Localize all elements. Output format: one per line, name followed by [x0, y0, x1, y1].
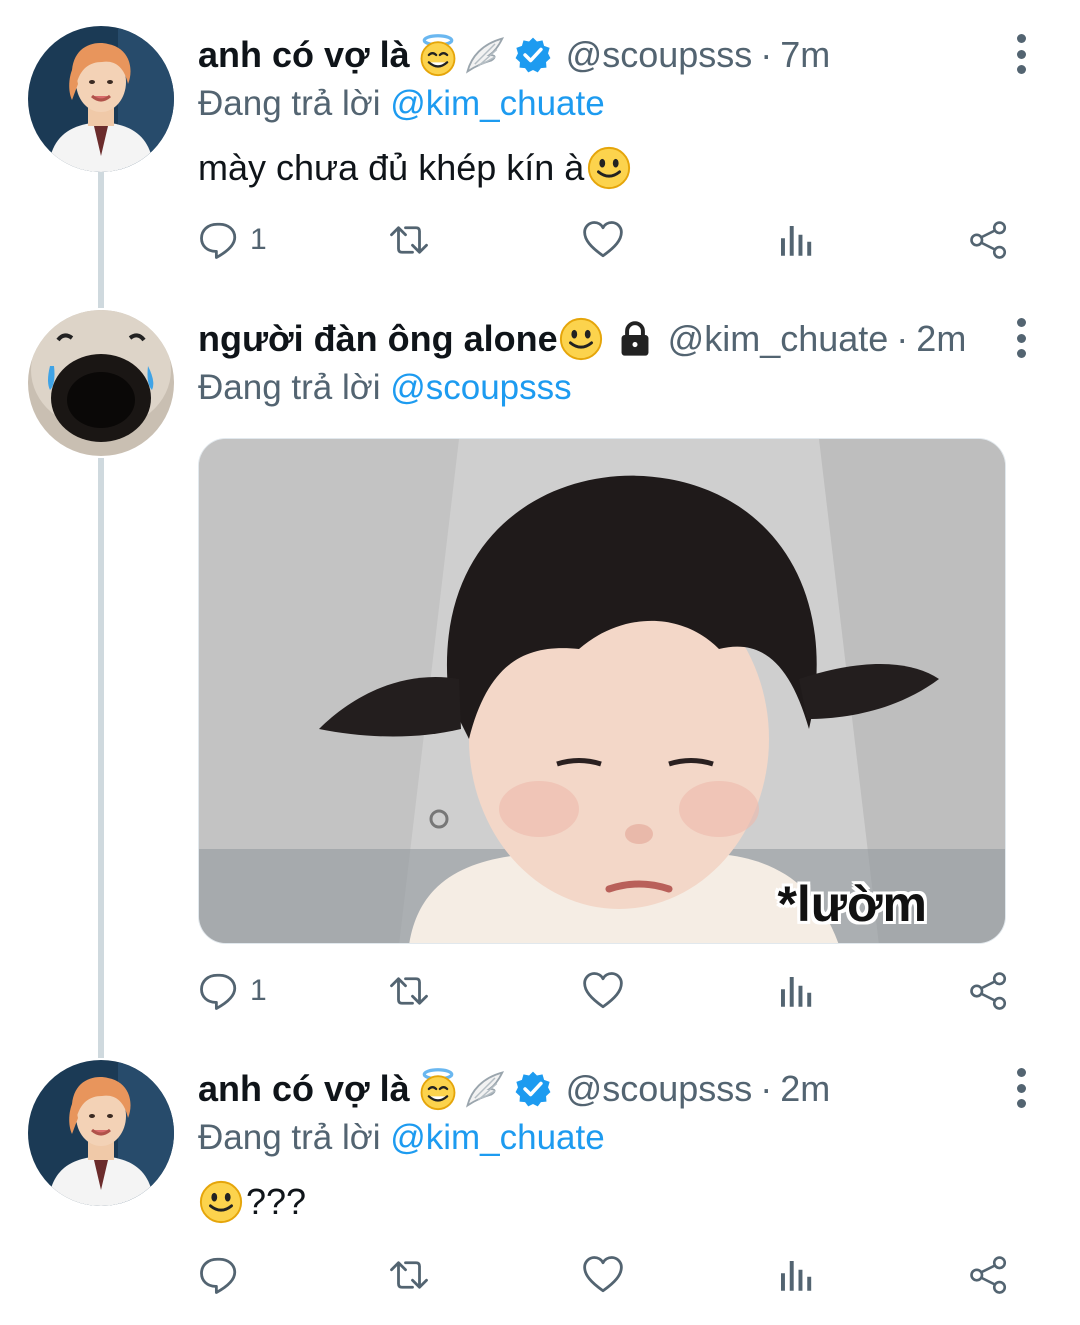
- retweet-button[interactable]: [388, 966, 430, 1016]
- display-name[interactable]: anh có vợ là: [198, 34, 410, 76]
- reply-count: 1: [250, 223, 267, 256]
- replying-to: Đang trả lời @scoupsss: [198, 364, 1010, 412]
- user-handle[interactable]: @scoupsss: [566, 1068, 753, 1110]
- lock-icon: [616, 320, 654, 358]
- like-icon: [582, 1254, 624, 1296]
- like-icon: [582, 970, 624, 1012]
- tweet-header: người đàn ông alone @kim_chuate · 2m: [198, 314, 1010, 364]
- separator: ·: [760, 1068, 773, 1109]
- tweet-actions: 1: [198, 966, 1028, 1016]
- tweet-body: ???: [246, 1181, 307, 1222]
- tweet-text: mày chưa đủ khép kín à: [198, 138, 1010, 198]
- share-button[interactable]: [968, 215, 1010, 265]
- tweet-media-image[interactable]: *lườm: [198, 438, 1006, 944]
- user-handle[interactable]: @scoupsss: [566, 34, 753, 76]
- avatar[interactable]: [28, 310, 174, 456]
- like-button[interactable]: [582, 215, 624, 265]
- share-button[interactable]: [968, 1250, 1010, 1300]
- replying-prefix: Đang trả lời: [198, 1118, 381, 1157]
- tweet-header: anh có vợ là @scoupsss · 7m: [198, 30, 1010, 80]
- reply-icon: [198, 219, 240, 261]
- separator: ·: [760, 34, 773, 75]
- like-button[interactable]: [582, 1250, 624, 1300]
- tweet-header: anh có vợ là @scoupsss · 2m: [198, 1064, 1010, 1114]
- media-caption: *lườm: [777, 876, 927, 932]
- like-button[interactable]: [582, 966, 624, 1016]
- analytics-button[interactable]: [774, 215, 816, 265]
- thread-connector: [98, 458, 104, 1058]
- retweet-icon: [388, 219, 430, 261]
- like-icon: [582, 219, 624, 261]
- tweet-actions: 1: [198, 215, 1028, 265]
- tweet-actions: [198, 1250, 1028, 1300]
- avatar[interactable]: [28, 1060, 174, 1206]
- retweet-icon: [388, 1254, 430, 1296]
- share-icon: [968, 970, 1010, 1012]
- replying-prefix: Đang trả lời: [198, 368, 381, 407]
- replying-to: Đang trả lời @kim_chuate: [198, 80, 1010, 128]
- halo-emoji-icon: [416, 33, 460, 77]
- timestamp[interactable]: 2m: [780, 1068, 830, 1110]
- share-icon: [968, 1254, 1010, 1296]
- thread-connector: [98, 172, 104, 308]
- analytics-button[interactable]: [774, 966, 816, 1016]
- avatar[interactable]: [28, 26, 174, 172]
- display-name[interactable]: người đàn ông alone: [198, 318, 558, 360]
- mention-link[interactable]: @kim_chuate: [390, 84, 605, 123]
- mention-link[interactable]: @kim_chuate: [390, 1118, 605, 1157]
- analytics-button[interactable]: [774, 1250, 816, 1300]
- reply-icon: [198, 970, 240, 1012]
- reply-button[interactable]: [198, 1250, 250, 1300]
- more-icon[interactable]: [1010, 318, 1032, 358]
- mention-link[interactable]: @scoupsss: [390, 368, 571, 407]
- verified-badge-icon: [514, 36, 552, 74]
- tweet-body: mày chưa đủ khép kín à: [198, 147, 585, 188]
- timestamp[interactable]: 2m: [916, 318, 966, 360]
- user-handle[interactable]: @kim_chuate: [668, 318, 889, 360]
- separator: ·: [896, 318, 909, 359]
- reply-count: 1: [250, 974, 267, 1007]
- reply-icon: [198, 1254, 240, 1296]
- wing-emoji-icon: [462, 33, 506, 77]
- more-icon[interactable]: [1010, 1068, 1032, 1108]
- timestamp[interactable]: 7m: [780, 34, 830, 76]
- more-icon[interactable]: [1010, 34, 1032, 74]
- analytics-icon: [774, 219, 816, 261]
- smile-emoji-icon: [586, 145, 632, 191]
- wing-emoji-icon: [462, 1067, 506, 1111]
- replying-prefix: Đang trả lời: [198, 84, 381, 123]
- smile-emoji-icon: [558, 316, 604, 362]
- retweet-button[interactable]: [388, 1250, 430, 1300]
- share-button[interactable]: [968, 966, 1010, 1016]
- retweet-button[interactable]: [388, 215, 430, 265]
- display-name[interactable]: anh có vợ là: [198, 1068, 410, 1110]
- analytics-icon: [774, 1254, 816, 1296]
- retweet-icon: [388, 970, 430, 1012]
- reply-button[interactable]: 1: [198, 966, 267, 1016]
- verified-badge-icon: [514, 1070, 552, 1108]
- smile-emoji-icon: [198, 1179, 244, 1225]
- reply-button[interactable]: 1: [198, 215, 267, 265]
- share-icon: [968, 219, 1010, 261]
- replying-to: Đang trả lời @kim_chuate: [198, 1114, 1010, 1162]
- analytics-icon: [774, 970, 816, 1012]
- tweet-text: ???: [198, 1172, 1010, 1232]
- halo-emoji-icon: [416, 1067, 460, 1111]
